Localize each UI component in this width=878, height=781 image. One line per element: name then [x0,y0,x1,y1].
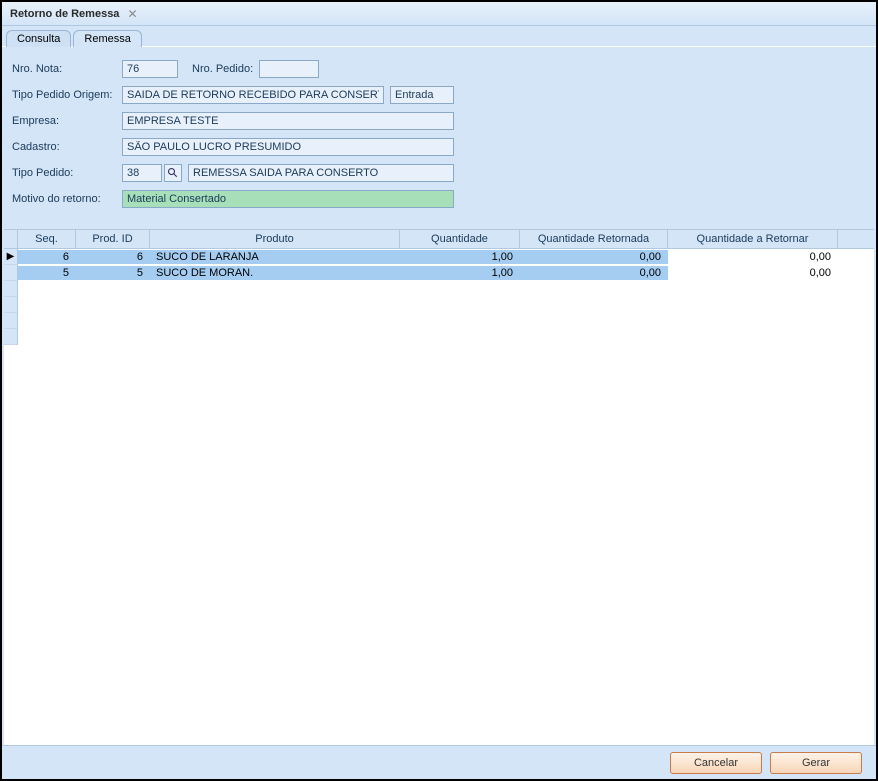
nro-nota-field[interactable] [122,60,178,78]
titlebar: Retorno de Remessa ✕ [2,2,876,26]
cancelar-button[interactable]: Cancelar [670,752,762,774]
cell-quantidade-retornada: 0,00 [520,250,668,264]
col-header-quantidade-retornada[interactable]: Quantidade Retornada [520,230,668,248]
label-nro-nota: Nro. Nota: [12,63,122,75]
grid-header-indicator [4,230,18,248]
label-tipo-pedido-origem: Tipo Pedido Origem: [12,89,122,101]
tipo-pedido-origem-direcao-field [390,86,454,104]
tipo-pedido-origem-field [122,86,384,104]
tab-remessa[interactable]: Remessa [73,30,141,47]
label-nro-pedido: Nro. Pedido: [192,63,253,75]
close-icon[interactable]: ✕ [127,7,137,21]
row-indicator [4,297,17,313]
cell-produto: SUCO DE MORAN. [150,266,400,280]
label-empresa: Empresa: [12,115,122,127]
col-header-seq[interactable]: Seq. [18,230,76,248]
col-header-quantidade[interactable]: Quantidade [400,230,520,248]
tab-strip: Consulta Remessa [2,26,876,46]
cell-prod-id: 6 [76,250,150,264]
cell-produto: SUCO DE LARANJA [150,250,400,264]
grid-indicator-column: ▶ [4,249,18,345]
tab-consulta[interactable]: Consulta [6,30,71,47]
row-indicator [4,329,17,345]
col-header-prod-id[interactable]: Prod. ID [76,230,150,248]
col-header-produto[interactable]: Produto [150,230,400,248]
cell-seq: 6 [18,250,76,264]
row-indicator [4,281,17,297]
window-title: Retorno de Remessa [10,8,119,20]
table-row[interactable]: 6 6 SUCO DE LARANJA 1,00 0,00 0,00 [18,249,874,265]
gerar-button[interactable]: Gerar [770,752,862,774]
cell-quantidade-retornada: 0,00 [520,266,668,280]
nro-pedido-field[interactable] [259,60,319,78]
label-tipo-pedido: Tipo Pedido: [12,167,122,179]
row-indicator [4,313,17,329]
grid-body[interactable]: ▶ 6 6 SUCO DE LARANJA 1,00 0,00 0,00 [4,249,874,745]
cell-prod-id: 5 [76,266,150,280]
grid-header: Seq. Prod. ID Produto Quantidade Quantid… [4,230,874,249]
grid-area: Seq. Prod. ID Produto Quantidade Quantid… [4,229,874,745]
cell-quantidade-a-retornar[interactable]: 0,00 [668,266,838,280]
motivo-retorno-field[interactable] [122,190,454,208]
cadastro-field [122,138,454,156]
empresa-field [122,112,454,130]
window-retorno-remessa: Retorno de Remessa ✕ Consulta Remessa Nr… [0,0,878,781]
cell-seq: 5 [18,266,76,280]
search-icon [167,167,179,179]
footer-bar: Cancelar Gerar [2,745,876,779]
row-indicator-current-icon: ▶ [4,249,17,265]
tipo-pedido-desc-field [188,164,454,182]
label-motivo-retorno: Motivo do retorno: [12,193,122,205]
cell-quantidade: 1,00 [400,266,520,280]
col-header-quantidade-a-retornar[interactable]: Quantidade a Retornar [668,230,838,248]
tipo-pedido-lookup-button[interactable] [164,164,182,182]
label-cadastro: Cadastro: [12,141,122,153]
cell-quantidade-a-retornar[interactable]: 0,00 [668,250,838,264]
cell-quantidade: 1,00 [400,250,520,264]
table-row[interactable]: 5 5 SUCO DE MORAN. 1,00 0,00 0,00 [18,265,874,281]
row-indicator [4,265,17,281]
tipo-pedido-code-field[interactable] [122,164,162,182]
form-area: Nro. Nota: Nro. Pedido: Tipo Pedido Orig… [2,46,876,223]
